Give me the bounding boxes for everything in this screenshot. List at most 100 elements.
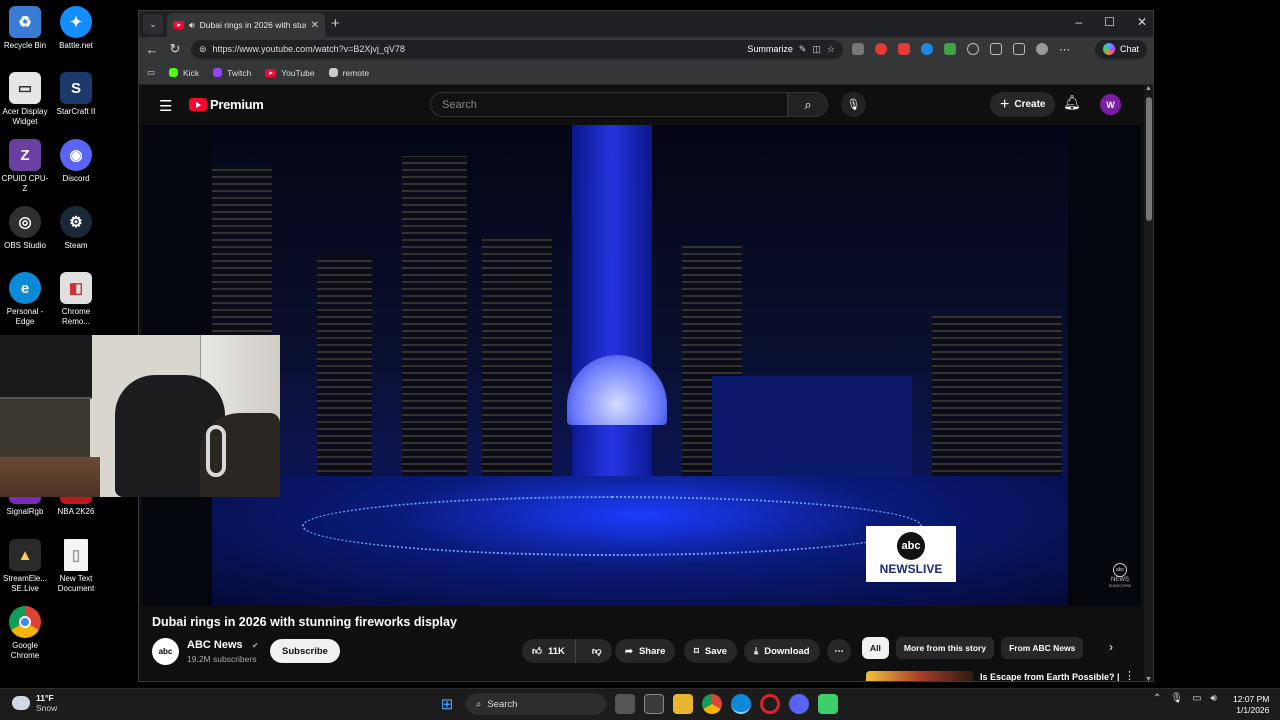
desktop-icon-discord[interactable]: ◉ Discord bbox=[51, 139, 101, 184]
extension-icon[interactable] bbox=[875, 43, 887, 55]
favorite-remote[interactable]: remote bbox=[328, 68, 369, 78]
back-arrow-icon[interactable]: ← bbox=[145, 42, 159, 57]
extension-icon[interactable] bbox=[852, 43, 864, 55]
network-icon[interactable]: ▭ bbox=[1192, 693, 1201, 704]
maximize-button[interactable]: ☐ bbox=[1104, 15, 1115, 29]
recommended-title[interactable]: Is Escape from Earth Possible? | One Str… bbox=[980, 671, 1120, 681]
download-button[interactable]: ⤓ Download bbox=[744, 639, 820, 663]
voice-search-button[interactable]: 🎙︎ bbox=[841, 92, 866, 117]
share-button[interactable]: ➦ Share bbox=[615, 639, 676, 663]
speaker-icon[interactable]: 🔊︎ bbox=[189, 20, 195, 31]
system-tray: ⌃ 🎙︎ ▭ 🔊︎ bbox=[1153, 693, 1217, 704]
opera-taskbar-icon[interactable] bbox=[760, 694, 780, 714]
like-button[interactable]: 👍︎ 11K bbox=[522, 639, 576, 663]
copilot-chat-button[interactable]: Chat bbox=[1094, 39, 1147, 59]
recommended-thumbnail[interactable] bbox=[866, 671, 974, 681]
webcam-headset bbox=[206, 425, 226, 477]
kebab-menu-icon[interactable]: ⋮ bbox=[1124, 669, 1135, 681]
active-tab[interactable]: 🔊︎ Dubai rings in 2026 with stunning fir… bbox=[167, 13, 325, 37]
scroll-down-icon[interactable]: ▼ bbox=[1145, 676, 1152, 681]
desktop-icon-streamelements[interactable]: ▲ StreamEle... SE.Live bbox=[0, 539, 50, 594]
favorites-folder-icon[interactable]: ▭ bbox=[147, 67, 155, 78]
favorites-icon[interactable] bbox=[1013, 43, 1025, 55]
acer-display-icon: ▭ bbox=[9, 72, 41, 104]
widgets-app-icon[interactable] bbox=[644, 694, 664, 714]
profile-avatar-icon[interactable] bbox=[1036, 43, 1048, 55]
create-button[interactable]: + Create bbox=[990, 92, 1056, 117]
start-button[interactable]: ⊞ bbox=[437, 694, 457, 714]
tab-list-button[interactable]: ⌄ bbox=[143, 14, 163, 34]
tab-close-icon[interactable]: ✕ bbox=[311, 20, 319, 31]
chip-more-from-story[interactable]: More from this story bbox=[895, 637, 995, 659]
channel-avatar[interactable]: abc bbox=[152, 638, 179, 665]
chevron-right-icon[interactable]: › bbox=[1109, 640, 1113, 654]
search-input[interactable]: Search bbox=[430, 92, 788, 117]
desktop-icon-edge-personal[interactable]: e Personal - Edge bbox=[0, 272, 50, 327]
desktop-icon-new-text-document[interactable]: ▯ New Text Document bbox=[51, 539, 101, 594]
weather-widget[interactable]: 11°F Snow bbox=[12, 693, 57, 713]
favorite-twitch[interactable]: Twitch bbox=[213, 68, 251, 78]
taskbar-search[interactable]: ⌕ Search bbox=[466, 693, 606, 715]
desktop-icon-acer-display-widget[interactable]: ▭ Acer Display Widget bbox=[0, 72, 50, 127]
volume-icon[interactable]: 🔊︎ bbox=[1211, 693, 1217, 704]
page-scrollbar[interactable]: ▲ ▼ bbox=[1144, 85, 1153, 681]
edge-taskbar-icon[interactable] bbox=[731, 694, 751, 714]
video-player[interactable]: abc NEWSLIVE abc NEWS SUBSCRIBE bbox=[142, 125, 1141, 606]
dislike-button[interactable]: 👎︎ bbox=[582, 645, 612, 657]
close-window-button[interactable]: ✕ bbox=[1137, 15, 1147, 29]
desktop-icon-battlenet[interactable]: ✦ Battle.net bbox=[51, 6, 101, 51]
recommended-video[interactable]: Is Escape from Earth Possible? | One Str… bbox=[866, 669, 1136, 681]
desktop-icon-label: Steam bbox=[64, 241, 88, 250]
file-explorer-icon[interactable] bbox=[673, 694, 693, 714]
minimize-button[interactable]: – bbox=[1075, 15, 1082, 29]
abc-news-live-badge: abc NEWSLIVE bbox=[866, 526, 956, 582]
account-avatar[interactable]: W bbox=[1100, 94, 1121, 115]
channel-name[interactable]: ABC News bbox=[187, 639, 243, 651]
extension-icon[interactable] bbox=[921, 43, 933, 55]
clock[interactable]: 12:07 PM 1/1/2026 bbox=[1233, 694, 1269, 716]
summarize-button[interactable]: Summarize bbox=[747, 44, 793, 54]
scroll-up-icon[interactable]: ▲ bbox=[1145, 85, 1152, 92]
desktop-icon-steam[interactable]: ⚙ Steam bbox=[51, 206, 101, 251]
chrome-taskbar-icon[interactable] bbox=[702, 694, 722, 714]
hamburger-menu-icon[interactable]: ☰ bbox=[159, 97, 172, 115]
split-screen-icon[interactable]: ◫ bbox=[812, 44, 821, 55]
desktop-icon-label: Google Chrome bbox=[10, 641, 40, 660]
abc-news-watermark[interactable]: abc NEWS SUBSCRIBE bbox=[1107, 563, 1133, 588]
microphone-tray-icon[interactable]: 🎙︎ bbox=[1170, 693, 1183, 704]
favorite-youtube[interactable]: YouTube bbox=[265, 68, 315, 78]
favorite-label: Twitch bbox=[227, 67, 252, 78]
site-info-icon[interactable]: ⊜ bbox=[199, 44, 207, 55]
chip-all[interactable]: All bbox=[862, 637, 889, 659]
refresh-icon[interactable]: ↻ bbox=[168, 41, 182, 57]
youtube-premium-logo[interactable]: Premium bbox=[189, 97, 264, 112]
browser-essentials-icon[interactable] bbox=[967, 43, 979, 55]
desktop-icon-recycle-bin[interactable]: ♻ Recycle Bin bbox=[0, 6, 50, 51]
more-actions-button[interactable]: ⋯ bbox=[827, 639, 851, 663]
app-taskbar-icon[interactable] bbox=[818, 694, 838, 714]
extensions-puzzle-icon[interactable] bbox=[990, 43, 1002, 55]
new-tab-button[interactable]: + bbox=[331, 15, 340, 32]
chevron-up-icon[interactable]: ⌃ bbox=[1153, 693, 1161, 704]
address-bar[interactable]: ⊜ https://www.youtube.com/watch?v=B2Xjvj… bbox=[191, 39, 843, 59]
favorite-kick[interactable]: Kick bbox=[169, 68, 199, 78]
subscribe-button[interactable]: Subscribe bbox=[270, 639, 340, 663]
search-button[interactable]: ⌕ bbox=[788, 92, 828, 117]
desktop-icon-cpuz[interactable]: Z CPUID CPU-Z bbox=[0, 139, 50, 194]
chip-from-abc-news[interactable]: From ABC News bbox=[1001, 637, 1084, 659]
discord-taskbar-icon[interactable] bbox=[789, 694, 809, 714]
desktop-icon-obs[interactable]: ◎ OBS Studio bbox=[0, 206, 50, 251]
extension-icon[interactable] bbox=[898, 43, 910, 55]
scrollbar-thumb[interactable] bbox=[1146, 97, 1152, 221]
desktop-icon-google-chrome[interactable]: Google Chrome bbox=[0, 606, 50, 661]
task-view-icon[interactable] bbox=[615, 694, 635, 714]
save-button[interactable]: ⌑ Save bbox=[684, 639, 738, 663]
desktop-icon-chrome-remote[interactable]: ◧ Chrome Remo... bbox=[51, 272, 101, 327]
favorite-star-icon[interactable]: ☆ bbox=[827, 44, 835, 55]
notifications-bell-icon[interactable]: 🔔︎ bbox=[1063, 94, 1081, 111]
desktop-icon-label: CPUID CPU-Z bbox=[1, 174, 49, 193]
url-text[interactable]: https://www.youtube.com/watch?v=B2Xjvj_q… bbox=[213, 44, 742, 54]
more-menu-icon[interactable]: ⋯ bbox=[1059, 43, 1070, 56]
extension-icon[interactable] bbox=[944, 43, 956, 55]
desktop-icon-starcraft[interactable]: S StarCraft II bbox=[51, 72, 101, 117]
